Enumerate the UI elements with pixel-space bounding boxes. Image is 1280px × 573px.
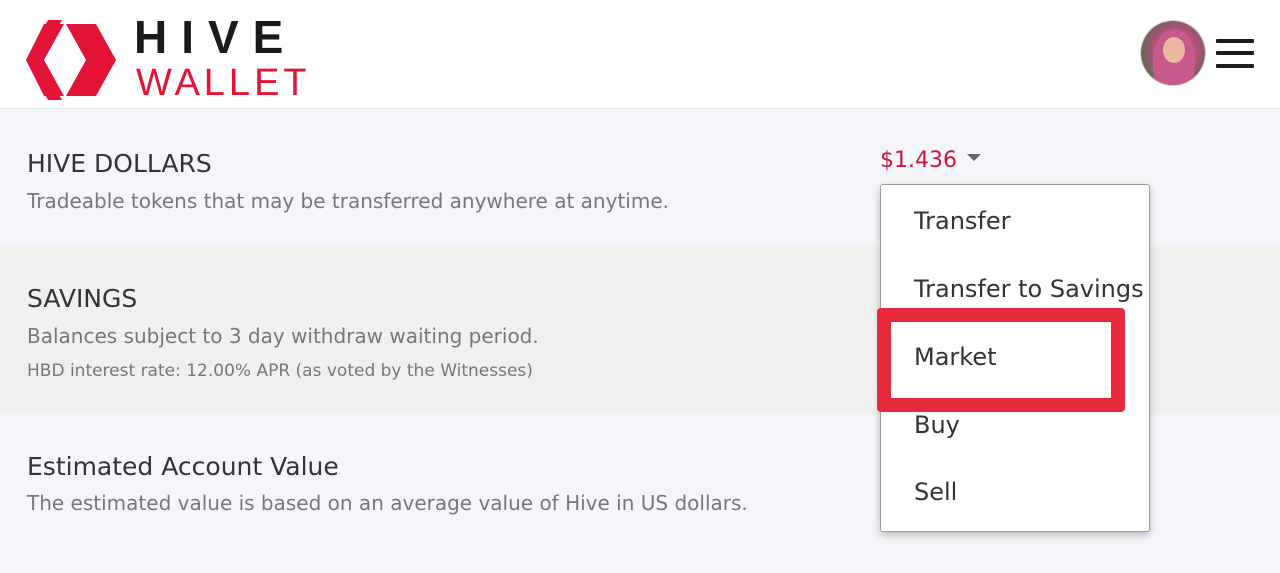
savings-description: Balances subject to 3 day withdraw waiti… bbox=[27, 324, 539, 348]
logo-subtitle[interactable]: WALLET bbox=[136, 64, 311, 102]
user-avatar[interactable] bbox=[1141, 21, 1205, 85]
hamburger-menu-icon[interactable] bbox=[1216, 37, 1254, 69]
avatar-face-shape bbox=[1163, 37, 1185, 63]
menu-item-transfer[interactable]: Transfer bbox=[914, 207, 1011, 235]
hive-logo-icon[interactable] bbox=[24, 20, 118, 100]
hive-dollars-title: HIVE DOLLARS bbox=[27, 149, 212, 178]
app-header: HIVE WALLET bbox=[0, 0, 1280, 109]
estimated-value-description: The estimated value is based on an avera… bbox=[27, 491, 748, 515]
hbd-interest-rate: HBD interest rate: 12.00% APR (as voted … bbox=[27, 361, 533, 381]
menu-item-transfer-to-savings[interactable]: Transfer to Savings bbox=[914, 275, 1144, 303]
menu-item-sell[interactable]: Sell bbox=[914, 478, 957, 506]
logo-title[interactable]: HIVE bbox=[134, 14, 297, 60]
hbd-balance-dropdown[interactable]: $1.436 bbox=[880, 148, 981, 173]
hive-dollars-description: Tradeable tokens that may be transferred… bbox=[27, 189, 669, 213]
menu-item-buy[interactable]: Buy bbox=[914, 411, 960, 439]
market-highlight-annotation bbox=[877, 308, 1125, 412]
caret-down-icon[interactable] bbox=[966, 153, 981, 161]
estimated-value-title: Estimated Account Value bbox=[27, 452, 339, 481]
savings-title: SAVINGS bbox=[27, 284, 138, 313]
hbd-balance-value[interactable]: $1.436 bbox=[880, 148, 957, 173]
